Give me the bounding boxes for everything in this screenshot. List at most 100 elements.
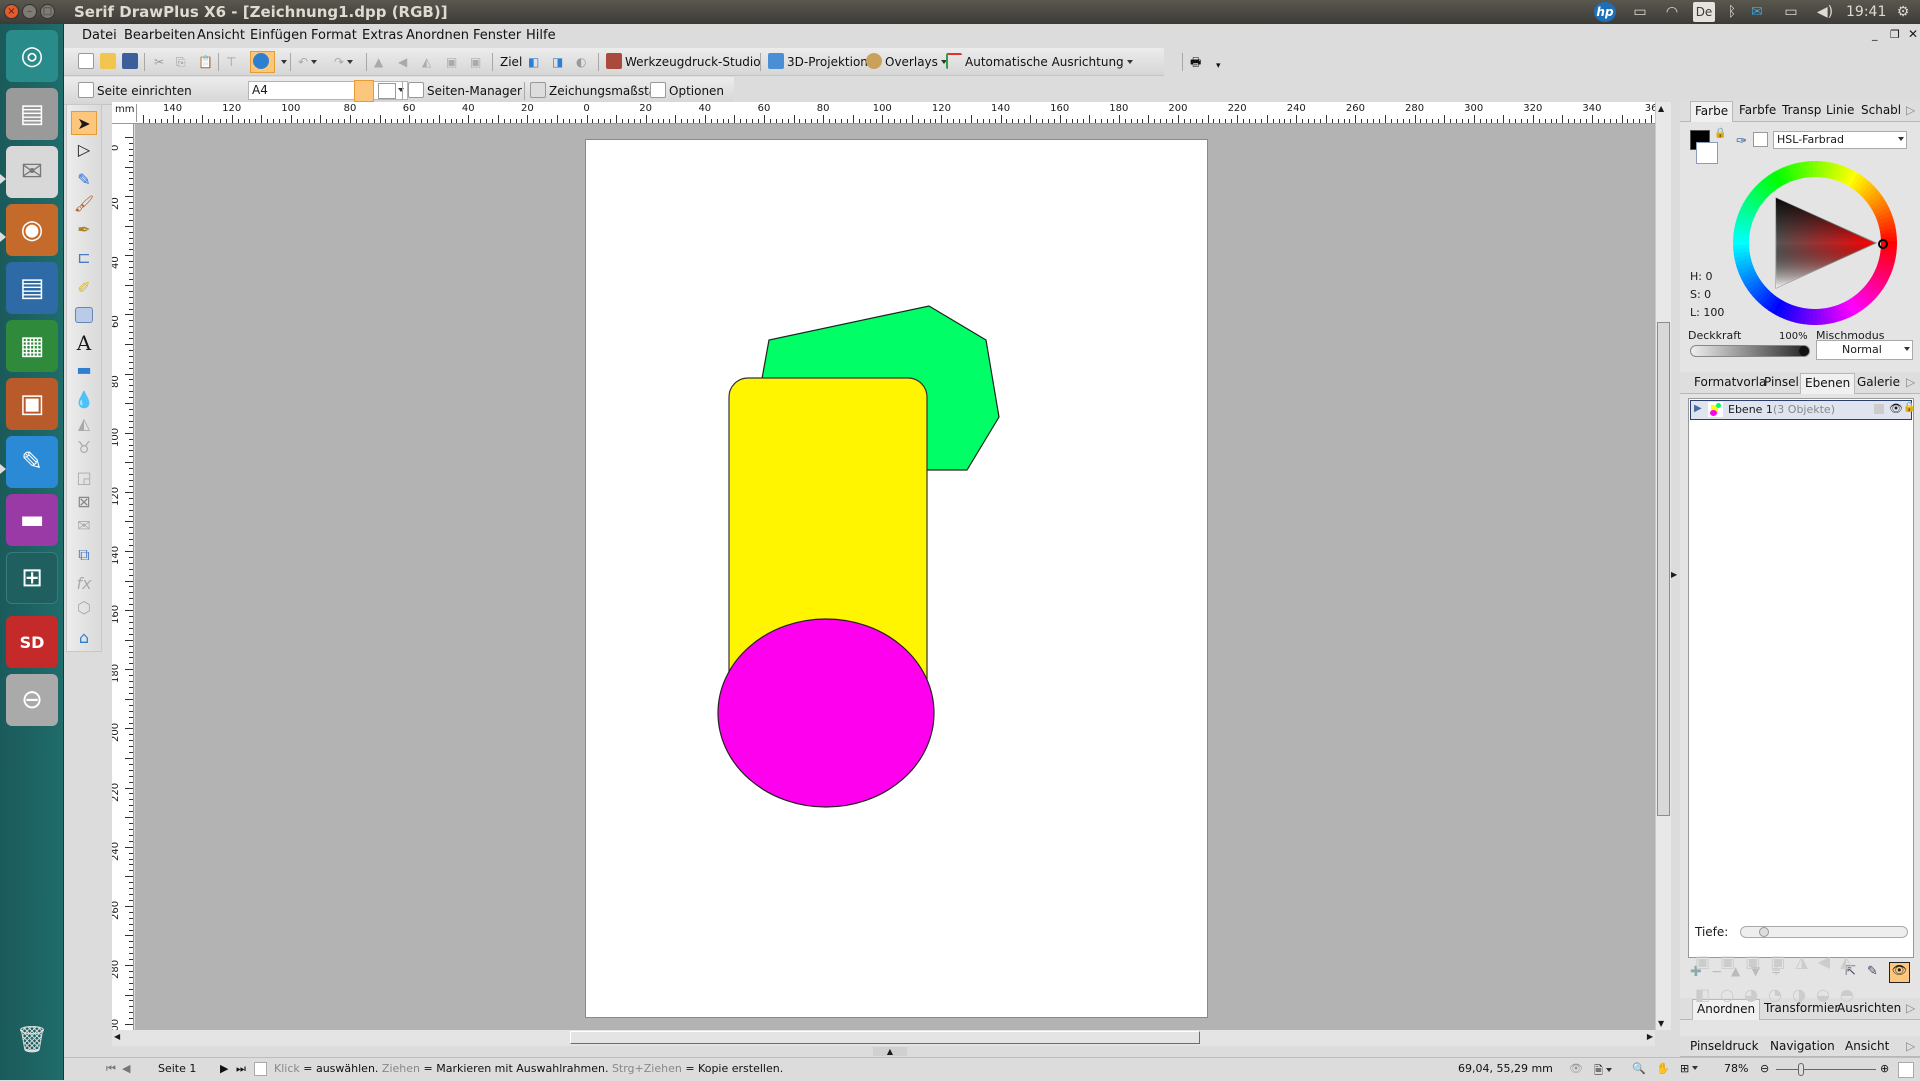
3d-tool[interactable]: ⬡ [71, 595, 97, 619]
hard-drive-icon[interactable]: ⊖ [6, 674, 58, 726]
zoom-out-icon[interactable]: ⊖ [1760, 1062, 1769, 1075]
expand-arrow-icon[interactable]: ▶ [1694, 403, 1702, 414]
layer-row[interactable]: ▶ Ebene 1 (3 Objekte) 👁 🔒 [1690, 400, 1915, 420]
shape-tool[interactable] [71, 303, 97, 327]
fill-color-swatch[interactable] [1696, 142, 1718, 164]
zoom-slider[interactable] [1776, 1063, 1876, 1076]
chevron-down-icon[interactable] [281, 60, 287, 64]
overlays-button[interactable]: Overlays [866, 53, 947, 71]
mail-icon[interactable]: ✉ [1746, 2, 1768, 22]
previous-page-icon[interactable]: ◀ [122, 1062, 130, 1075]
menu-hilfe[interactable]: Hilfe [526, 28, 556, 43]
zoom-in-icon[interactable]: ⊕ [1880, 1062, 1889, 1075]
battery-icon[interactable]: ▭ [1778, 2, 1804, 22]
fill-tool[interactable]: ✐ [71, 275, 97, 299]
last-page-icon[interactable]: ⏭ [236, 1062, 246, 1076]
hp-icon[interactable]: hp [1594, 2, 1616, 22]
tab-more-arrow-icon[interactable]: ▷ [1906, 375, 1915, 389]
keyboard-layout-indicator[interactable]: De [1693, 2, 1715, 22]
tab-transparenz[interactable]: Transp [1782, 103, 1821, 117]
horizontal-scrollbar[interactable]: ◀ ▶ [112, 1030, 1655, 1046]
zoom-level[interactable]: 78% [1724, 1062, 1748, 1075]
menu-einfuegen[interactable]: Einfügen [250, 28, 307, 43]
files-icon[interactable]: ▤ [6, 88, 58, 140]
purple-app-icon[interactable]: ▬ [6, 494, 58, 546]
tab-farbfelder[interactable]: Farbfe [1739, 103, 1776, 117]
doc-minimize-button[interactable]: _ [1872, 28, 1878, 41]
landscape-button[interactable] [378, 83, 396, 99]
scroll-down-icon[interactable]: ▼ [1658, 1019, 1664, 1028]
subtract-icon[interactable]: ◐ [576, 53, 586, 71]
vertical-scroll-thumb[interactable] [1657, 322, 1670, 816]
layer-print-icon[interactable] [1874, 404, 1884, 414]
pencil-tool[interactable]: ✎ [71, 167, 97, 191]
redo-icon[interactable]: ↷ [334, 53, 354, 71]
tool-studio-button[interactable]: Werkzeugdruck-Studio [606, 53, 761, 71]
zoom-options-icon[interactable]: ⊞ [1680, 1062, 1699, 1075]
bring-forward-icon[interactable]: ▣ [446, 53, 457, 71]
menu-extras[interactable]: Extras [362, 28, 403, 43]
image-tool[interactable]: ▬ [71, 357, 97, 381]
paste-icon[interactable]: 📋 [198, 53, 213, 71]
depth-slider[interactable] [1740, 926, 1908, 938]
print-icon[interactable]: 🖶 [1190, 53, 1201, 71]
maximize-window-button[interactable]: □ [40, 4, 55, 19]
vertical-ruler[interactable]: 0 20 40 60 80 100 120 140 160 180 200 220 240 260 280 3… [112, 124, 134, 1030]
view-all-layers-icon[interactable]: 👁 [1889, 962, 1910, 983]
layer-visible-eye-icon[interactable]: 👁 [1889, 402, 1903, 415]
horizontal-ruler[interactable]: mm 140 120 100 80 60 40 20 0 20 40 60 80 100 120 140 16… [112, 102, 1655, 124]
new-icon[interactable] [78, 53, 97, 71]
copy-icon[interactable]: ⎘ [176, 53, 186, 71]
blend-mode-select[interactable]: Normal [1816, 340, 1913, 360]
flip-vertical-icon[interactable]: ◀ [398, 53, 407, 71]
panel-expand-handle[interactable]: ▲ [873, 1047, 907, 1056]
stamp-tool[interactable]: ⌂ [71, 625, 97, 649]
page-mode-icon[interactable]: 🗎 [1594, 1062, 1612, 1081]
crop-tool[interactable]: ◲ [71, 465, 97, 489]
panel-collapse-handle[interactable]: ▶ [1671, 560, 1679, 590]
open-icon[interactable] [100, 53, 119, 71]
undo-icon[interactable]: ↶ [298, 53, 318, 71]
ubuntu-dash-icon[interactable]: ◎ [6, 30, 58, 82]
transparency-tool[interactable]: ♉ [71, 435, 97, 459]
layer-name[interactable]: Ebene 1 [1728, 403, 1773, 416]
cutout-tool[interactable]: ⊠ [71, 489, 97, 513]
tab-more-arrow-icon[interactable]: ▷ [1906, 103, 1915, 117]
ruler-unit[interactable]: mm [115, 104, 137, 122]
hsl-color-wheel[interactable] [1732, 160, 1898, 326]
color-mode-select[interactable]: HSL-Farbrad [1773, 131, 1907, 149]
tab-more-arrow-icon[interactable]: ▷ [1906, 1001, 1915, 1015]
lock-icon[interactable]: 🔒 [1714, 128, 1726, 139]
tab-farbe[interactable]: Farbe [1690, 101, 1734, 122]
connector-tool[interactable]: ⊏ [71, 245, 97, 269]
flip-horizontal-icon[interactable]: ▲ [374, 53, 383, 71]
vertical-scrollbar[interactable]: ▲ ▼ [1655, 102, 1671, 1030]
drawing-canvas[interactable] [135, 124, 1655, 1030]
paint-bucket-tool[interactable]: ◭ [71, 411, 97, 435]
tab-ansicht[interactable]: Ansicht [1845, 1039, 1889, 1053]
menu-format[interactable]: Format [311, 28, 357, 43]
cut-icon[interactable]: ✂ [154, 53, 164, 71]
menu-bearbeiten[interactable]: Bearbeiten [124, 28, 195, 43]
doc-restore-button[interactable]: ❐ [1890, 28, 1900, 41]
tab-pinseldruck[interactable]: Pinseldruck [1690, 1039, 1759, 1053]
pen-tool[interactable]: ✒ [71, 217, 97, 241]
sd-card-tray-icon[interactable]: ▭ [1630, 2, 1650, 22]
first-page-icon[interactable]: ⏮ [106, 1062, 116, 1076]
format-painter-icon[interactable]: ⊤ [226, 53, 236, 71]
preview-eye-icon[interactable]: 👁 [1569, 1062, 1583, 1075]
3d-projection-button[interactable]: 3D-Projektion [768, 53, 877, 71]
bluetooth-icon[interactable]: ᛒ [1725, 2, 1739, 22]
text-tool[interactable]: A [71, 331, 97, 355]
intersect-icon[interactable]: ◨ [552, 53, 563, 71]
trash-icon[interactable]: 🗑 [6, 1014, 58, 1066]
menu-fenster[interactable]: Fenster [473, 28, 521, 43]
horizontal-scroll-thumb[interactable] [570, 1031, 1200, 1044]
firefox-icon[interactable]: ◉ [6, 204, 58, 256]
magenta-ellipse[interactable] [717, 618, 935, 808]
tab-formatvorlagen[interactable]: Formatvorla [1694, 375, 1766, 389]
wifi-icon[interactable]: ◠ [1660, 2, 1684, 22]
arrange-buttons-row1[interactable]: ▣▣▣▣◮◀◭ [1695, 952, 1862, 971]
layer-lock-icon[interactable]: 🔒 [1903, 402, 1915, 413]
portrait-button[interactable] [354, 80, 374, 102]
